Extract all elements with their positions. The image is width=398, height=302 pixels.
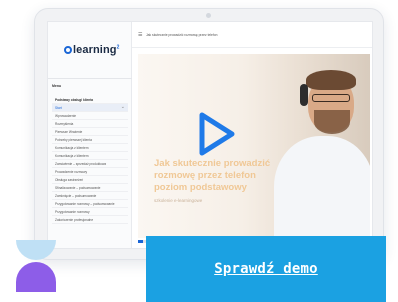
presenter-hair <box>306 70 356 90</box>
headset-icon <box>300 84 308 106</box>
demo-button-label: Sprawdź demo <box>214 261 318 277</box>
decorative-shape-purple <box>16 262 56 292</box>
sidebar-item[interactable]: Przygotowanie rozmowy – podsumowanie <box>52 200 128 208</box>
video-progress-fill <box>138 240 143 243</box>
sidebar-item[interactable]: Start <box>52 104 128 112</box>
sidebar-item[interactable]: Pierwsze Wrażenie <box>52 128 128 136</box>
sidebar-item[interactable]: Obsługa zastrzeżeń <box>52 176 128 184</box>
video-title-line: poziom podstawowy <box>154 182 247 193</box>
tablet-screen: learning2 Menu Podstawy obsługi klienta S… <box>47 21 373 249</box>
video-title-line: Jak skutecznie prowadzić <box>154 158 271 169</box>
tablet-camera <box>206 13 211 18</box>
sidebar-item[interactable]: Potrzeby pierwszej klienta <box>52 136 128 144</box>
tablet-frame: learning2 Menu Podstawy obsługi klienta S… <box>34 8 384 260</box>
sidebar-item[interactable]: Prowadzenie rozmowy <box>52 168 128 176</box>
sidebar-item[interactable]: Rozmyślenia <box>52 120 128 128</box>
sidebar-menu: Podstawy obsługi klientaStartWprowadzeni… <box>52 96 128 224</box>
sidebar-item[interactable]: Zamówienie – sprzedaż produktowa <box>52 160 128 168</box>
sidebar-item[interactable]: Przygotowanie rozmowy <box>52 208 128 216</box>
sidebar-item[interactable]: Zamknięcie – podsumowanie <box>52 192 128 200</box>
sidebar-item[interactable]: Komunikacja z klientem <box>52 144 128 152</box>
sidebar-item[interactable]: Komunikacja z klientem <box>52 152 128 160</box>
logo-text: learning2 <box>73 44 120 56</box>
app-logo[interactable]: learning2 <box>64 44 119 56</box>
video-player[interactable]: Jak skutecznie prowadzić rozmowę przez t… <box>138 54 370 238</box>
logo-mark-icon <box>64 46 72 54</box>
video-subtitle: szkolenie e-learningowe <box>154 198 203 203</box>
sidebar-item: Podstawy obsługi klienta <box>52 96 128 104</box>
sidebar: learning2 Menu Podstawy obsługi klienta S… <box>48 22 132 248</box>
video-title-line: rozmowę przez telefon <box>154 170 256 181</box>
play-icon[interactable] <box>190 110 238 158</box>
sidebar-heading: Menu <box>52 84 62 88</box>
presenter-beard <box>314 110 350 134</box>
sidebar-item[interactable]: Zakończenie profesjonalne <box>52 216 128 224</box>
hamburger-icon[interactable]: ☰ <box>138 32 142 38</box>
sidebar-divider <box>48 78 132 79</box>
video-title-block: Jak skutecznie prowadzić rozmowę przez t… <box>154 158 304 203</box>
course-title: Jak skutecznie prowadzić rozmowę przez t… <box>146 33 218 37</box>
sidebar-item[interactable]: Wprowadzenie <box>52 112 128 120</box>
sidebar-item[interactable]: Sfinalizowanie – podsumowanie <box>52 184 128 192</box>
presenter-glasses <box>312 94 350 102</box>
demo-button[interactable]: Sprawdź demo <box>146 236 386 302</box>
top-bar: ☰ Jak skutecznie prowadzić rozmowę przez… <box>132 22 372 48</box>
